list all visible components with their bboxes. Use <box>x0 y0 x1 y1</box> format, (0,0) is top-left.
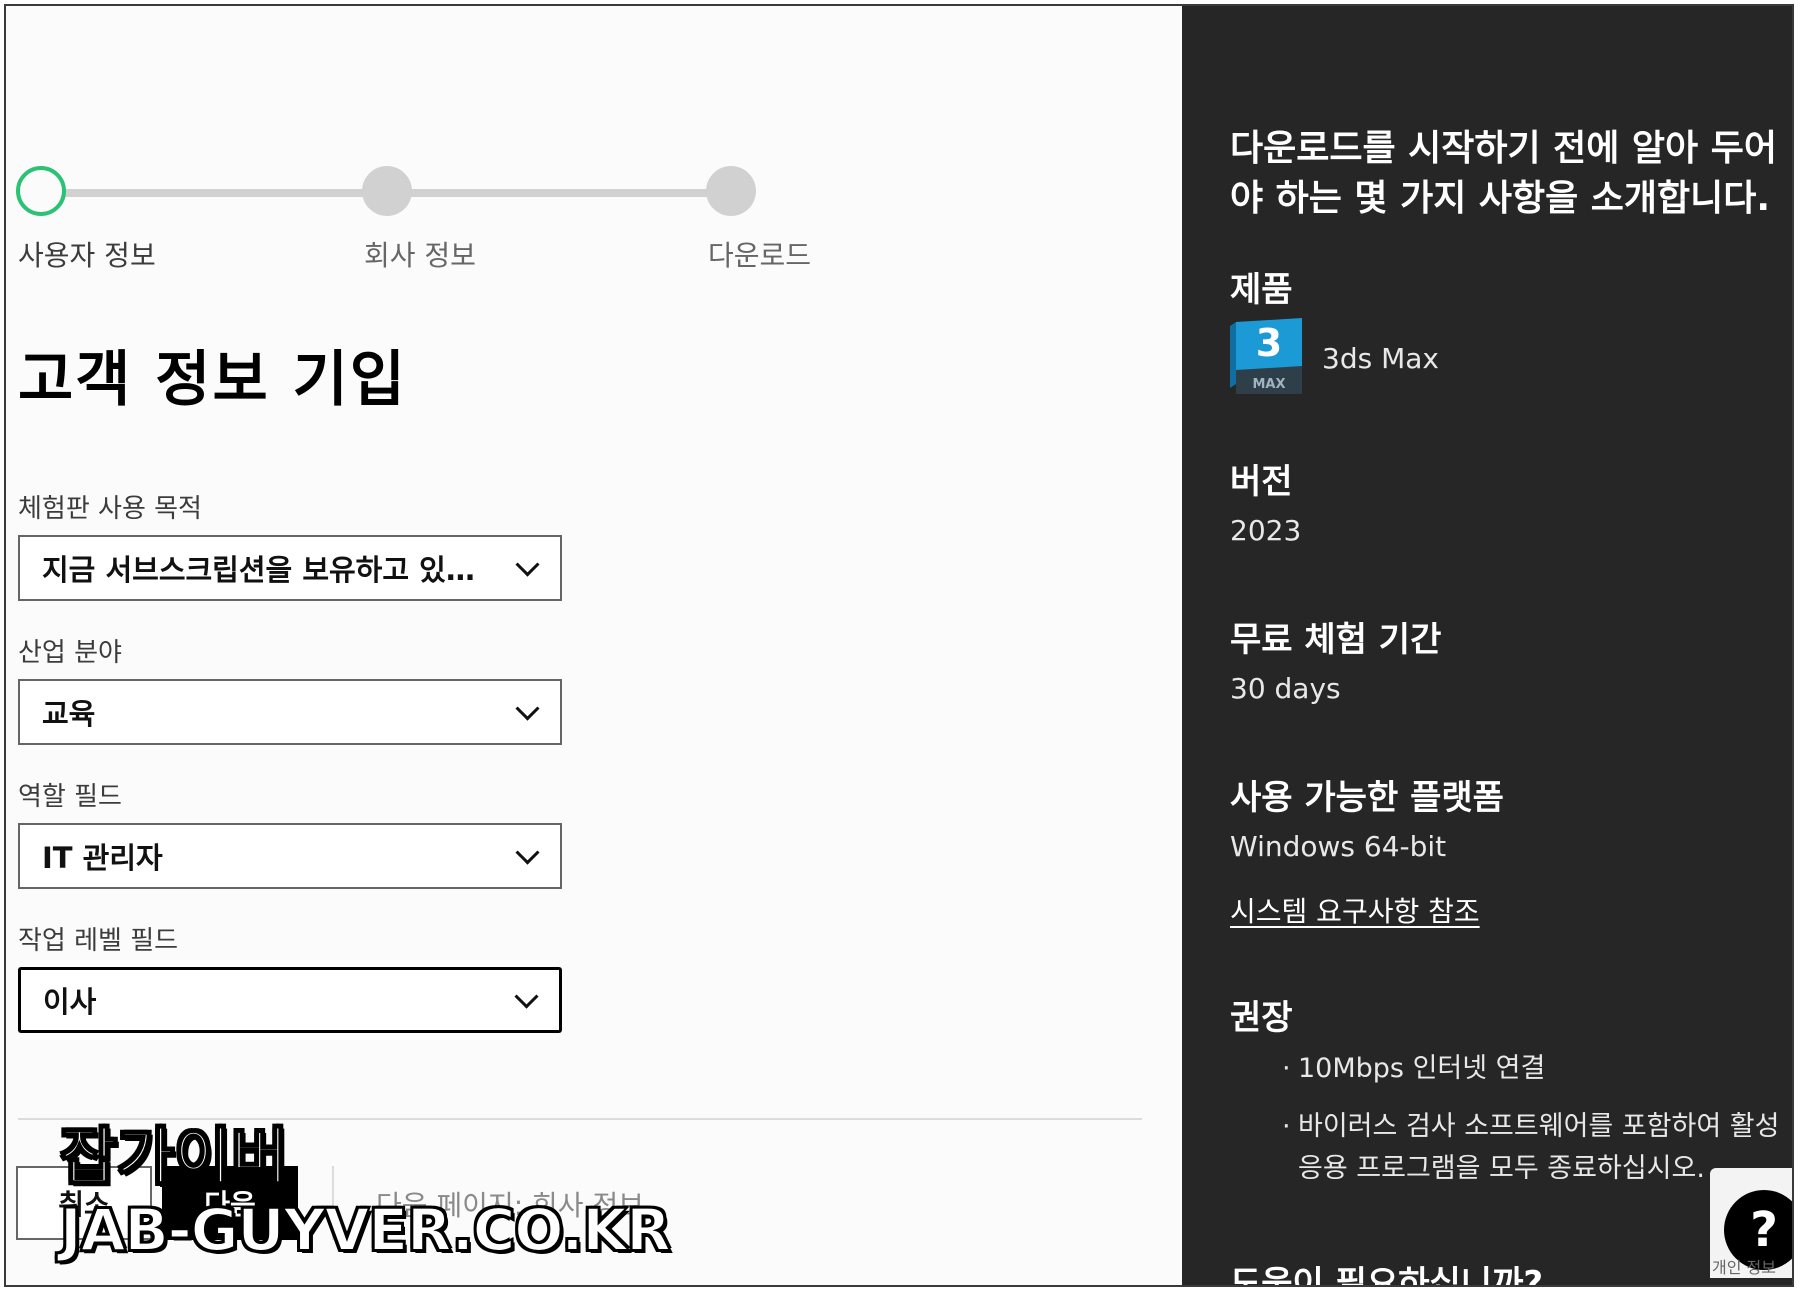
product-name: 3ds Max <box>1322 342 1439 375</box>
info-panel: 다운로드를 시작하기 전에 알아 두어야 하는 몇 가지 사항을 소개합니다. … <box>1182 6 1792 1285</box>
job-level-select[interactable]: 이사 <box>18 967 562 1033</box>
version-heading: 버전 <box>1230 462 1293 502</box>
step-3-label: 다운로드 <box>708 239 812 272</box>
field-label: 산업 분야 <box>18 638 122 668</box>
trial-purpose-field: 체험판 사용 목적 지금 서브스크립션을 보유하고 있으며 이 제품을 평가합니… <box>18 488 562 601</box>
chevron-down-icon <box>515 696 540 721</box>
recommend-heading: 권장 <box>1230 998 1293 1038</box>
logo-number: 3 <box>1256 321 1282 365</box>
intro-text: 다운로드를 시작하기 전에 알아 두어야 하는 몇 가지 사항을 소개합니다. <box>1230 128 1777 219</box>
step-1-label: 사용자 정보 <box>18 239 156 272</box>
job-level-field: 작업 레벨 필드 이사 <box>18 920 562 1033</box>
stepper-connector <box>408 189 720 197</box>
help-heading: 도움이 필요하십니까? <box>1230 1264 1544 1287</box>
app-frame: 사용자 정보 회사 정보 다운로드 고객 정보 기입 체험판 사용 목적 지금 … <box>4 4 1794 1287</box>
trial-value: 30 days <box>1230 672 1341 705</box>
watermark-title: 잡가이버 <box>59 1119 289 1194</box>
select-value: IT 관리자 <box>42 841 163 875</box>
role-select[interactable]: IT 관리자 <box>18 823 562 889</box>
select-value: 교육 <box>42 697 96 731</box>
product-heading: 제품 <box>1230 270 1293 310</box>
chevron-down-icon <box>514 984 539 1009</box>
step-2-indicator <box>362 166 412 216</box>
step-3-indicator <box>706 166 756 216</box>
system-requirements-link[interactable]: 시스템 요구사항 참조 <box>1230 890 1480 930</box>
stepper-connector <box>64 189 376 197</box>
version-value: 2023 <box>1230 514 1302 547</box>
logo-subtext: MAX <box>1252 377 1285 392</box>
step-1-indicator <box>16 166 66 216</box>
help-widget[interactable]: ? 개인 정보 <box>1710 1168 1792 1278</box>
industry-field: 산업 분야 교육 <box>18 632 562 745</box>
chevron-down-icon <box>515 552 540 577</box>
field-label: 작업 레벨 필드 <box>18 926 179 956</box>
form-panel: 사용자 정보 회사 정보 다운로드 고객 정보 기입 체험판 사용 목적 지금 … <box>6 6 1182 1285</box>
trial-purpose-select[interactable]: 지금 서브스크립션을 보유하고 있으며 이 제품을 평가합니다 <box>18 535 562 601</box>
industry-select[interactable]: 교육 <box>18 679 562 745</box>
list-item: 10Mbps 인터넷 연결 <box>1282 1048 1792 1090</box>
step-2-label: 회사 정보 <box>364 239 476 272</box>
field-label: 역할 필드 <box>18 782 122 812</box>
select-value: 지금 서브스크립션을 보유하고 있으며 이 제품을 평가합니다 <box>42 553 500 587</box>
platform-heading: 사용 가능한 플랫폼 <box>1230 778 1504 818</box>
3ds-max-logo-icon: 3 MAX <box>1230 318 1302 394</box>
platform-value: Windows 64-bit <box>1230 830 1447 863</box>
role-field: 역할 필드 IT 관리자 <box>18 776 562 889</box>
watermark-url: JAB-GUYVER.CO.KR <box>59 1195 672 1265</box>
trial-heading: 무료 체험 기간 <box>1230 620 1442 660</box>
select-value: 이사 <box>43 985 97 1019</box>
progress-stepper: 사용자 정보 회사 정보 다운로드 <box>16 166 811 286</box>
field-label: 체험판 사용 목적 <box>18 494 202 524</box>
page-title: 고객 정보 기입 <box>18 345 407 415</box>
help-caption: 개인 정보 <box>1712 1258 1776 1277</box>
chevron-down-icon <box>515 840 540 865</box>
